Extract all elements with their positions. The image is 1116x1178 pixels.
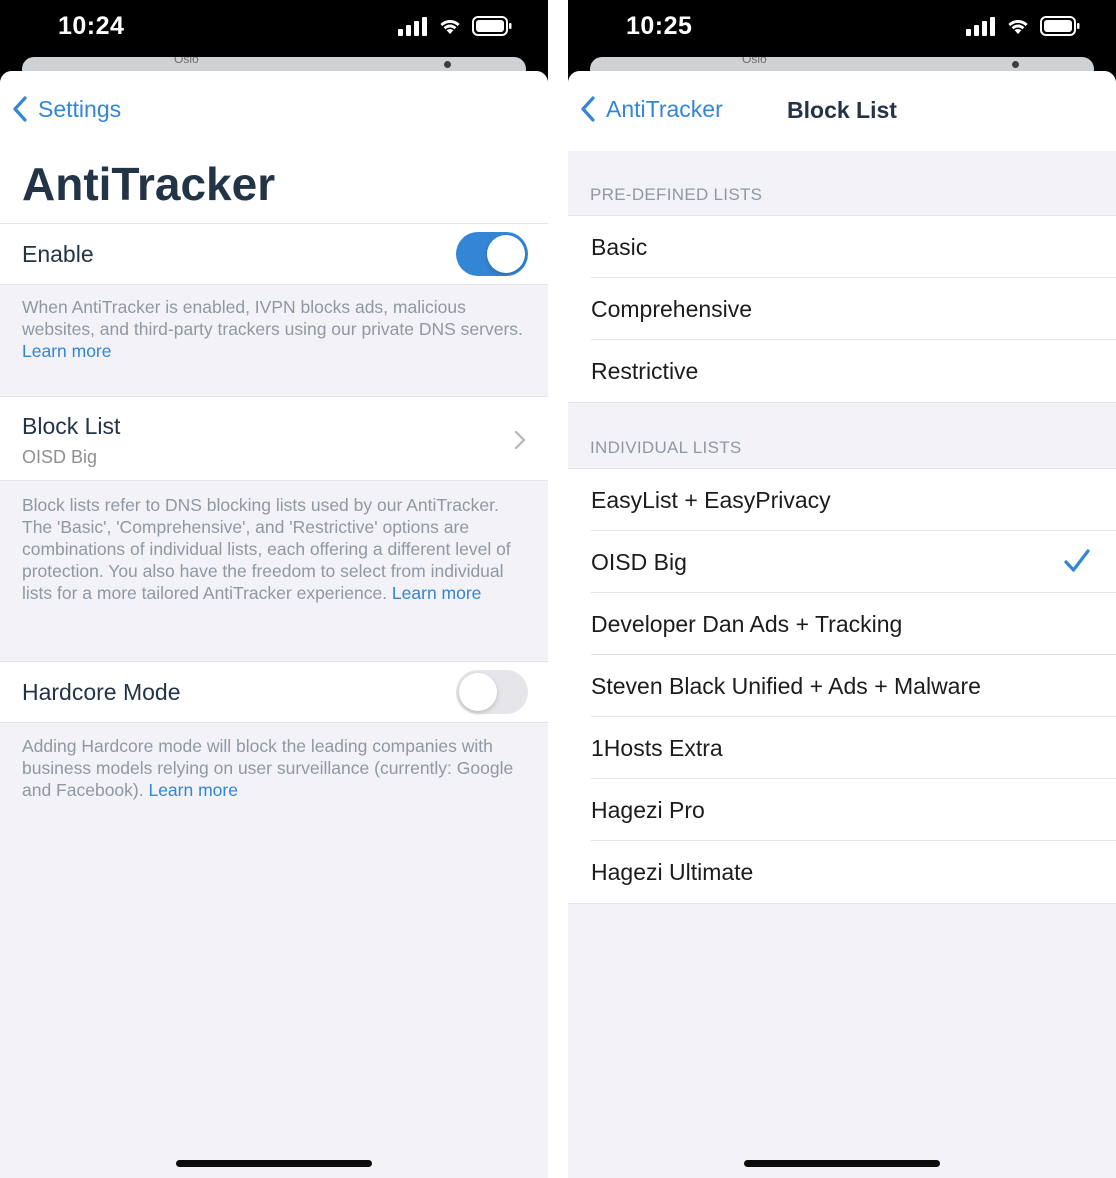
- map-city-label: Oslo: [742, 57, 767, 66]
- list-item-1hosts-extra[interactable]: 1Hosts Extra: [568, 717, 1116, 779]
- individual-lists-group: EasyList + EasyPrivacy OISD Big Develope…: [568, 468, 1116, 904]
- battery-icon: [472, 16, 512, 36]
- learn-more-link[interactable]: Learn more: [148, 780, 238, 800]
- status-bar: 10:24: [0, 0, 548, 56]
- wifi-icon: [1008, 19, 1028, 34]
- list-item-label: Developer Dan Ads + Tracking: [591, 611, 903, 637]
- hardcore-footer-text: Adding Hardcore mode will block the lead…: [22, 736, 514, 800]
- list-item-label: OISD Big: [591, 549, 687, 575]
- learn-more-link[interactable]: Learn more: [22, 341, 112, 361]
- toggle-knob: [459, 673, 497, 711]
- cellular-signal-icon: [398, 17, 427, 36]
- hardcore-mode-toggle[interactable]: [456, 670, 528, 714]
- block-list-sheet: AntiTracker Block List PRE-DEFINED LISTS…: [568, 71, 1116, 1178]
- checkmark-icon: [1064, 549, 1090, 572]
- enable-footer: When AntiTracker is enabled, IVPN blocks…: [22, 296, 528, 362]
- enable-toggle[interactable]: [456, 232, 528, 276]
- enable-row[interactable]: Enable: [0, 223, 548, 285]
- home-indicator[interactable]: [744, 1160, 940, 1167]
- block-list-row[interactable]: Block List OISD Big: [0, 396, 548, 481]
- list-item-label: Basic: [591, 234, 648, 260]
- list-item-label: EasyList + EasyPrivacy: [591, 487, 831, 513]
- hardcore-footer: Adding Hardcore mode will block the lead…: [22, 735, 528, 801]
- enable-footer-text: When AntiTracker is enabled, IVPN blocks…: [22, 297, 523, 339]
- navigation-bar: AntiTracker Block List: [568, 71, 1116, 151]
- list-item-easylist-easyprivacy[interactable]: EasyList + EasyPrivacy: [568, 469, 1116, 531]
- list-item-label: Comprehensive: [591, 296, 753, 322]
- chevron-left-icon: [13, 96, 27, 122]
- hardcore-mode-label: Hardcore Mode: [22, 679, 181, 705]
- list-item-label: Hagezi Pro: [591, 797, 705, 823]
- status-time: 10:24: [58, 12, 125, 40]
- list-item-restrictive[interactable]: Restrictive: [568, 340, 1116, 402]
- predefined-lists-group: Basic Comprehensive Restrictive: [568, 215, 1116, 403]
- enable-label: Enable: [22, 241, 94, 267]
- battery-icon: [1040, 16, 1080, 36]
- list-item-oisd-big[interactable]: OISD Big: [568, 531, 1116, 593]
- section-header-individual: INDIVIDUAL LISTS: [590, 438, 742, 457]
- list-item-label: Restrictive: [591, 358, 699, 384]
- block-list-footer: Block lists refer to DNS blocking lists …: [22, 494, 528, 604]
- status-icons: [398, 16, 512, 36]
- list-item-basic[interactable]: Basic: [568, 216, 1116, 278]
- back-button[interactable]: Settings: [12, 95, 121, 123]
- phone-screen-block-list: 10:25 Oslo AntiTracker Block List PRE-DE…: [568, 0, 1116, 1178]
- phone-screen-antitracker: 10:24 Oslo Settings AntiTracker Enable W…: [0, 0, 548, 1178]
- wifi-icon: [440, 19, 460, 34]
- list-item-hagezi-ultimate[interactable]: Hagezi Ultimate: [568, 841, 1116, 903]
- learn-more-link[interactable]: Learn more: [392, 583, 482, 603]
- list-item-label: Hagezi Ultimate: [591, 859, 754, 885]
- list-item-label: Steven Black Unified + Ads + Malware: [591, 673, 981, 699]
- block-list-label: Block List: [22, 413, 121, 439]
- status-bar: 10:25: [568, 0, 1116, 56]
- page-title: Block List: [787, 97, 897, 123]
- cellular-signal-icon: [966, 17, 995, 36]
- map-location-dot: [444, 61, 451, 68]
- list-item-comprehensive[interactable]: Comprehensive: [568, 278, 1116, 340]
- page-title: AntiTracker: [22, 158, 276, 210]
- section-header-predefined: PRE-DEFINED LISTS: [590, 185, 763, 204]
- back-button-label: Settings: [38, 95, 122, 122]
- home-indicator[interactable]: [176, 1160, 372, 1167]
- toggle-knob: [487, 235, 525, 273]
- list-item-developer-dan[interactable]: Developer Dan Ads + Tracking: [568, 593, 1116, 655]
- map-location-dot: [1012, 61, 1019, 68]
- list-item-label: 1Hosts Extra: [591, 735, 723, 761]
- status-time: 10:25: [626, 12, 693, 40]
- block-list-value: OISD Big: [22, 447, 98, 467]
- settings-sheet: Settings AntiTracker Enable When AntiTra…: [0, 71, 548, 1178]
- chevron-right-icon: [514, 430, 526, 450]
- list-item-hagezi-pro[interactable]: Hagezi Pro: [568, 779, 1116, 841]
- status-icons: [966, 16, 1080, 36]
- map-city-label: Oslo: [174, 57, 199, 66]
- navigation-bar: Settings: [0, 71, 548, 151]
- list-item-steven-black[interactable]: Steven Black Unified + Ads + Malware: [568, 655, 1116, 717]
- large-title-bar: AntiTracker: [0, 151, 548, 223]
- hardcore-mode-row[interactable]: Hardcore Mode: [0, 661, 548, 723]
